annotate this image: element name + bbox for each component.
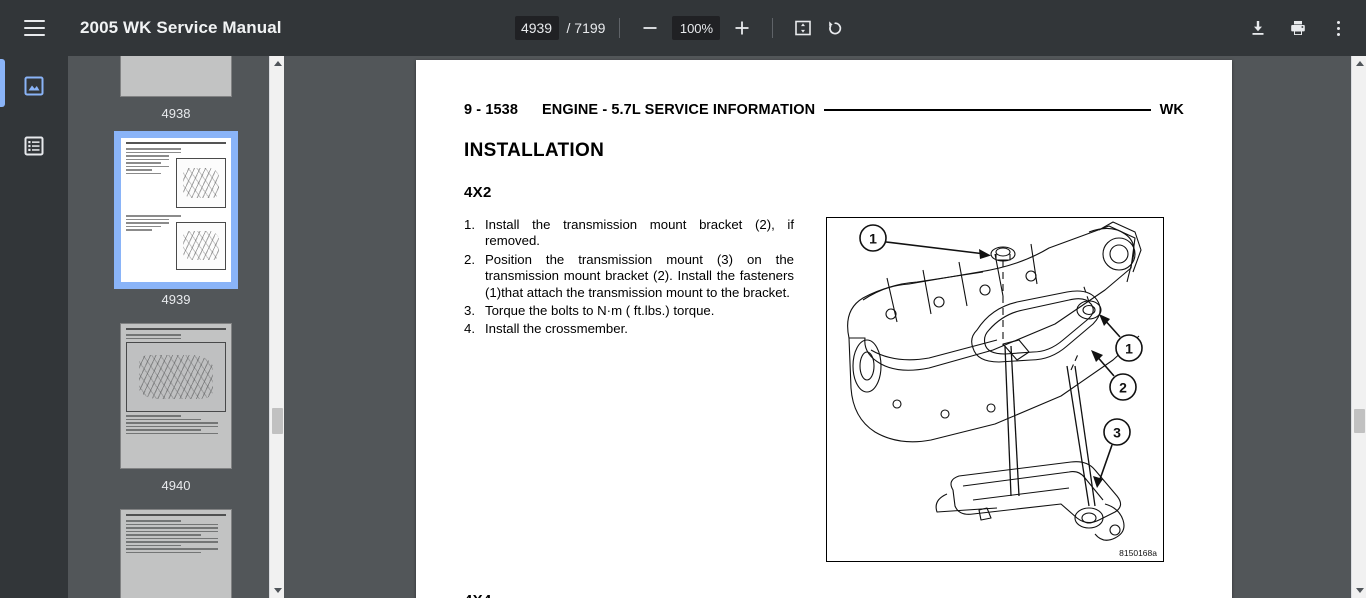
- running-head-rule: [824, 108, 1151, 112]
- thumbnail-label: 4938: [161, 106, 191, 121]
- scroll-down-arrow-icon[interactable]: [1352, 583, 1366, 598]
- step-text: Install the crossmember.: [485, 321, 628, 337]
- thumbnail-item[interactable]: 4939: [68, 131, 284, 323]
- zoom-out-button[interactable]: [634, 12, 666, 44]
- scroll-up-arrow-icon[interactable]: [1352, 56, 1366, 71]
- instruction-step: 4. Install the crossmember.: [464, 321, 794, 337]
- sidebar-icon-rail: [0, 56, 68, 598]
- transmission-assembly-drawing: 1 1 2 3: [847, 221, 1143, 541]
- running-head-page-number: 9 - 1538: [464, 102, 519, 118]
- subsection-heading: 4X2: [464, 184, 492, 201]
- top-toolbar: 2005 WK Service Manual / 7199 100%: [0, 0, 1366, 56]
- toolbar-right-controls: [1242, 0, 1354, 56]
- svg-text:1: 1: [869, 231, 877, 247]
- step-number: 1.: [464, 217, 475, 232]
- running-head-manual-code: WK: [1159, 102, 1184, 118]
- content-columns: 1. Install the transmission mount bracke…: [464, 217, 1184, 562]
- section-heading: INSTALLATION: [464, 140, 605, 161]
- scroll-down-arrow-icon[interactable]: [270, 583, 284, 598]
- thumbnail-panel-scrollbar[interactable]: [269, 56, 284, 598]
- thumbnail-preview-selected[interactable]: [114, 131, 238, 289]
- scrollbar-thumb[interactable]: [272, 408, 283, 434]
- rotate-counterclockwise-icon: [829, 21, 842, 35]
- instruction-steps: 1. Install the transmission mount bracke…: [464, 217, 794, 338]
- thumbnail-item[interactable]: 4940: [68, 323, 284, 509]
- step-number: 2.: [464, 251, 475, 267]
- pdf-page: 9 - 1538 ENGINE - 5.7L SERVICE INFORMATI…: [416, 60, 1232, 598]
- hamburger-menu-icon[interactable]: [16, 10, 52, 46]
- scroll-up-arrow-icon[interactable]: [270, 56, 284, 71]
- next-subsection-heading: 4X4: [464, 592, 1184, 598]
- running-head: 9 - 1538 ENGINE - 5.7L SERVICE INFORMATI…: [464, 102, 1184, 118]
- technical-diagram: 1 1 2 3 8150168a: [826, 217, 1164, 562]
- step-text: Install the transmission mount bracket (…: [485, 217, 794, 249]
- instruction-step: 1. Install the transmission mount bracke…: [464, 217, 794, 250]
- thumbnail-label: 4939: [161, 292, 191, 307]
- fit-to-page-icon: [795, 20, 812, 36]
- step-number: 3.: [464, 303, 475, 319]
- callout-3: 3: [1093, 418, 1131, 488]
- running-head-section: ENGINE - 5.7L SERVICE INFORMATION: [542, 102, 816, 118]
- callout-1-right: 1: [1099, 314, 1143, 362]
- svg-text:2: 2: [1119, 380, 1127, 396]
- thumbnail-preview[interactable]: [120, 323, 232, 469]
- figure-id-label: 8150168a: [1119, 548, 1157, 558]
- figure-column: 1 1 2 3 8150168a: [794, 217, 1184, 562]
- pdf-viewer-app: 2005 WK Service Manual / 7199 100%: [0, 0, 1366, 598]
- rotate-button[interactable]: [819, 12, 851, 44]
- scrollbar-thumb[interactable]: [1354, 409, 1365, 433]
- print-button[interactable]: [1282, 12, 1314, 44]
- step-number: 4.: [464, 321, 475, 337]
- thumbnail-item[interactable]: 4938: [68, 56, 284, 137]
- thumbnail-page-render: [121, 56, 231, 96]
- document-title: 2005 WK Service Manual: [80, 18, 282, 37]
- thumbnail-preview[interactable]: [120, 509, 232, 598]
- minus-icon: [643, 27, 657, 29]
- zoom-in-button[interactable]: [726, 12, 758, 44]
- thumbnail-page-render: [121, 510, 231, 598]
- instruction-step: 2. Position the transmission mount (3) o…: [464, 252, 794, 301]
- download-button[interactable]: [1242, 12, 1274, 44]
- sidebar-item-outline-view[interactable]: [18, 130, 50, 162]
- fit-to-page-button[interactable]: [787, 12, 819, 44]
- thumbnail-label: 4940: [161, 478, 191, 493]
- toolbar-divider-1: [619, 18, 621, 38]
- step-text: Torque the bolts to N·m ( ft.lbs.) torqu…: [485, 303, 715, 319]
- toolbar-divider-2: [772, 18, 774, 38]
- print-icon: [1291, 21, 1305, 35]
- thumbnail-page-render: [121, 324, 231, 468]
- svg-text:1: 1: [1125, 341, 1133, 357]
- thumbnail-panel: 4938 4939 4940: [68, 56, 284, 598]
- page-number-input[interactable]: [514, 16, 559, 40]
- image-thumbnail-icon: [24, 76, 44, 96]
- instruction-step: 3. Torque the bolts to N·m ( ft.lbs.) to…: [464, 303, 794, 319]
- document-viewer: 9 - 1538 ENGINE - 5.7L SERVICE INFORMATI…: [300, 56, 1366, 598]
- thumbnail-preview[interactable]: [120, 56, 232, 97]
- svg-text:3: 3: [1113, 425, 1121, 441]
- thumbnail-page-render: [121, 138, 231, 282]
- page-total-label: / 7199: [566, 20, 606, 36]
- download-icon: [1252, 21, 1264, 35]
- document-outline-icon: [24, 136, 44, 156]
- thumbnail-item[interactable]: [68, 509, 284, 598]
- more-options-button[interactable]: [1322, 12, 1354, 44]
- active-view-indicator: [0, 59, 5, 107]
- zoom-level-display[interactable]: 100%: [672, 16, 721, 40]
- viewer-scrollbar[interactable]: [1351, 56, 1366, 598]
- page-content: 9 - 1538 ENGINE - 5.7L SERVICE INFORMATI…: [416, 60, 1232, 598]
- sidebar-item-thumbnail-view[interactable]: [18, 70, 50, 102]
- step-text: Position the transmission mount (3) on t…: [485, 251, 794, 300]
- more-vertical-icon: [1336, 20, 1340, 36]
- callout-1-top: 1: [859, 224, 991, 259]
- plus-icon: [735, 21, 749, 35]
- instructions-column: 1. Install the transmission mount bracke…: [464, 217, 794, 562]
- thumbnail-list: 4938 4939 4940: [68, 56, 284, 598]
